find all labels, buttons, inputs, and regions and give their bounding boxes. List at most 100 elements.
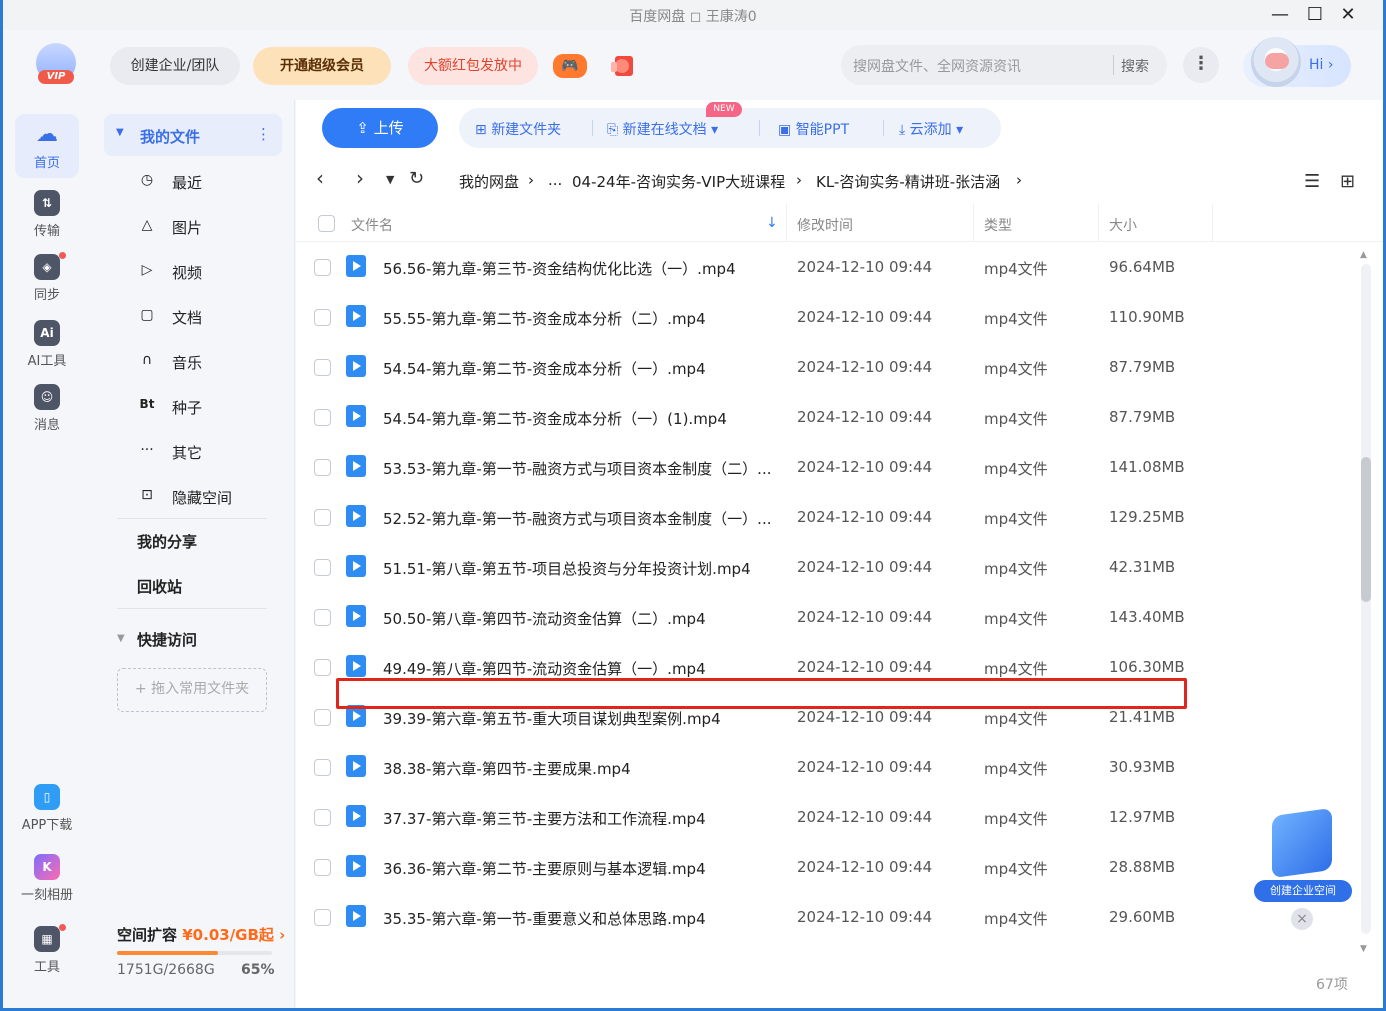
smart-ppt-button[interactable]: ▣ 智能PPT (778, 119, 849, 139)
table-row[interactable]: 35.35-第六章-第一节-重要意义和总体思路.mp4 2024-12-10 09… (296, 893, 1356, 943)
row-checkbox[interactable] (314, 709, 331, 726)
table-row[interactable]: 50.50-第八章-第四节-流动资金估算（二）.mp4 2024-12-10 09… (296, 593, 1356, 643)
sidebar-my-files[interactable]: ▼ 我的文件 ⋮ (104, 114, 282, 156)
table-row[interactable]: 52.52-第九章-第一节-融资方式与项目资本金制度（一）... 2024-12-… (296, 493, 1356, 543)
table-row[interactable]: 38.38-第六章-第四节-主要成果.mp4 2024-12-10 09:44 mp… (296, 743, 1356, 793)
column-name[interactable]: 文件名 (351, 215, 393, 235)
create-enterprise-widget[interactable]: 创建企业空间 (1254, 807, 1354, 912)
rail-app-download[interactable]: ▯ APP下载 (15, 784, 79, 833)
red-packet-button[interactable]: 大额红包发放中 (408, 47, 538, 85)
file-name[interactable]: 35.35-第六章-第一节-重要意义和总体思路.mp4 (383, 908, 706, 929)
sidebar-item-hidden-space[interactable]: ⊡ 隐藏空间 (135, 476, 285, 516)
table-row[interactable]: 37.37-第六章-第三节-主要方法和工作流程.mp4 2024-12-10 09… (296, 793, 1356, 843)
search-box[interactable]: 搜网盘文件、全网资源资讯 搜索 (841, 45, 1167, 85)
file-name[interactable]: 56.56-第九章-第三节-资金结构优化比选（一）.mp4 (383, 258, 736, 279)
column-type[interactable]: 类型 (984, 215, 1012, 235)
file-name[interactable]: 37.37-第六章-第三节-主要方法和工作流程.mp4 (383, 808, 706, 829)
rail-home[interactable]: ☁ 首页 (15, 114, 79, 178)
close-icon[interactable]: × (1291, 908, 1313, 930)
table-row[interactable]: 53.53-第九章-第一节-融资方式与项目资本金制度（二）... 2024-12-… (296, 443, 1356, 493)
select-all-checkbox[interactable] (318, 215, 335, 232)
sidebar-item-docs[interactable]: ▢ 文档 (135, 296, 285, 336)
file-name[interactable]: 54.54-第九章-第二节-资金成本分析（一）.mp4 (383, 358, 706, 379)
gamepad-icon[interactable]: 🎮 (553, 54, 587, 78)
sort-icon[interactable]: ☰ (1304, 171, 1320, 192)
table-row[interactable]: 55.55-第九章-第二节-资金成本分析（二）.mp4 2024-12-10 09… (296, 293, 1356, 343)
rail-album[interactable]: K 一刻相册 (15, 854, 79, 903)
row-checkbox[interactable] (314, 559, 331, 576)
breadcrumb-ellipsis[interactable]: ... (548, 171, 562, 189)
more-icon[interactable]: ⋮ (256, 125, 271, 143)
scroll-up-icon[interactable]: ▲ (1360, 250, 1367, 260)
column-size[interactable]: 大小 (1109, 215, 1137, 235)
rail-ai-tools[interactable]: Ai AI工具 (15, 320, 79, 369)
table-row[interactable]: 54.54-第九章-第二节-资金成本分析（一）.mp4 2024-12-10 09… (296, 343, 1356, 393)
create-team-button[interactable]: 创建企业/团队 (110, 47, 240, 85)
sidebar-item-music[interactable]: ∩ 音乐 (135, 341, 285, 381)
search-input[interactable]: 搜网盘文件、全网资源资讯 (853, 56, 1021, 76)
close-button[interactable]: ✕ (1333, 2, 1363, 28)
file-name[interactable]: 36.36-第六章-第二节-主要原则与基本逻辑.mp4 (383, 858, 706, 879)
cloud-add-button[interactable]: ⤓ 云添加 ▾ (899, 119, 963, 139)
breadcrumb-level1[interactable]: 04-24年-咨询实务-VIP大班课程 (572, 171, 785, 192)
table-row[interactable]: 36.36-第六章-第二节-主要原则与基本逻辑.mp4 2024-12-10 09… (296, 843, 1356, 893)
refresh-icon[interactable]: ↻ (409, 168, 424, 189)
row-checkbox[interactable] (314, 509, 331, 526)
more-icon[interactable]: ⋮ (1183, 47, 1219, 83)
row-checkbox[interactable] (314, 259, 331, 276)
storage-expand-link[interactable]: 空间扩容 ¥0.03/GB起 › (117, 924, 285, 945)
search-button[interactable]: 搜索 (1121, 56, 1149, 76)
row-checkbox[interactable] (314, 459, 331, 476)
sidebar-item-recent[interactable]: ◷ 最近 (135, 161, 285, 201)
file-name[interactable]: 55.55-第九章-第二节-资金成本分析（二）.mp4 (383, 308, 706, 329)
forward-icon[interactable]: › (356, 166, 364, 190)
caret-down-icon[interactable]: ▼ (117, 633, 125, 644)
file-name[interactable]: 38.38-第六章-第四节-主要成果.mp4 (383, 758, 631, 779)
sidebar-item-my-share[interactable]: 我的分享 (137, 531, 197, 552)
vertical-scrollbar[interactable]: ▲ ▼ (1358, 250, 1372, 960)
sort-arrow-icon[interactable]: ↓ (766, 215, 778, 231)
maximize-button[interactable]: ☐ (1300, 2, 1330, 28)
table-row[interactable]: 56.56-第九章-第三节-资金结构优化比选（一）.mp4 2024-12-10 … (296, 243, 1356, 293)
breadcrumb-root[interactable]: 我的网盘 (459, 171, 519, 192)
row-checkbox[interactable] (314, 359, 331, 376)
quick-access-title[interactable]: 快捷访问 (137, 629, 197, 650)
upload-button[interactable]: ⇪ 上传 (322, 108, 438, 148)
file-name[interactable]: 39.39-第六章-第五节-重大项目谋划典型案例.mp4 (383, 708, 721, 729)
sidebar-item-recycle[interactable]: 回收站 (137, 576, 182, 597)
rail-tools[interactable]: ▦ 工具 (15, 924, 79, 975)
sidebar-item-torrents[interactable]: Bt 种子 (135, 386, 285, 426)
file-name[interactable]: 51.51-第八章-第五节-项目总投资与分年投资计划.mp4 (383, 558, 751, 579)
file-name[interactable]: 53.53-第九章-第一节-融资方式与项目资本金制度（二）... (383, 458, 772, 479)
file-name[interactable]: 52.52-第九章-第一节-融资方式与项目资本金制度（一）... (383, 508, 772, 529)
breadcrumb-level2[interactable]: KL-咨询实务-精讲班-张洁涵 (816, 171, 1000, 192)
new-folder-button[interactable]: ⊞ 新建文件夹 (475, 119, 561, 139)
column-mtime[interactable]: 修改时间 (797, 215, 853, 235)
table-row[interactable]: 54.54-第九章-第二节-资金成本分析（一）(1).mp4 2024-12-10… (296, 393, 1356, 443)
super-vip-button[interactable]: 开通超级会员 (253, 47, 391, 85)
sidebar-item-other[interactable]: ··· 其它 (135, 431, 285, 471)
sidebar-item-videos[interactable]: ▷ 视频 (135, 251, 285, 291)
rail-transfer[interactable]: ⇅ 传输 (15, 190, 79, 239)
rail-messages[interactable]: ☺ 消息 (15, 384, 79, 433)
row-checkbox[interactable] (314, 409, 331, 426)
row-checkbox[interactable] (314, 309, 331, 326)
row-checkbox[interactable] (314, 659, 331, 676)
scroll-down-icon[interactable]: ▼ (1360, 944, 1367, 954)
history-dropdown-icon[interactable]: ▼ (386, 173, 394, 186)
row-checkbox[interactable] (314, 909, 331, 926)
table-row[interactable]: 51.51-第八章-第五节-项目总投资与分年投资计划.mp4 2024-12-10… (296, 543, 1356, 593)
scroll-thumb[interactable] (1361, 457, 1371, 602)
row-checkbox[interactable] (314, 609, 331, 626)
assistant-pill[interactable]: Hi › (1243, 37, 1351, 87)
new-doc-button[interactable]: ⎘ 新建在线文档 ▾ (607, 119, 718, 139)
grid-view-icon[interactable]: ⊞ (1340, 171, 1355, 192)
sidebar-item-images[interactable]: △ 图片 (135, 206, 285, 246)
minimize-button[interactable]: — (1265, 2, 1295, 28)
quick-access-drop-zone[interactable]: + 拖入常用文件夹 (117, 668, 267, 712)
back-icon[interactable]: ‹ (316, 166, 324, 190)
file-name[interactable]: 50.50-第八章-第四节-流动资金估算（二）.mp4 (383, 608, 706, 629)
rail-sync[interactable]: ◈ 同步 (15, 252, 79, 303)
row-checkbox[interactable] (314, 859, 331, 876)
row-checkbox[interactable] (314, 759, 331, 776)
